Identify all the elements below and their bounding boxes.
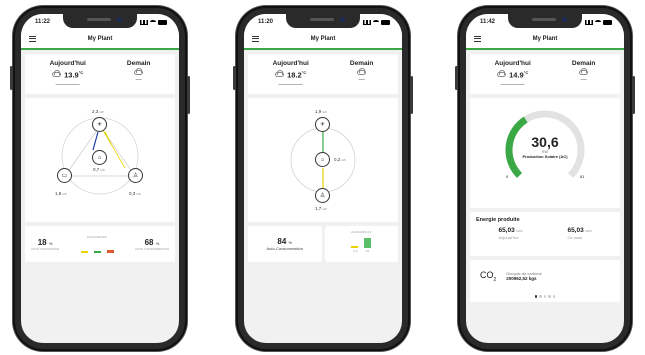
- phone-1: 11:22 My Plant Aujourd'hui 13.9°C ▬▬▬▬▬▬…: [10, 6, 190, 351]
- cloud-icon: [134, 68, 144, 75]
- weather-card: Aujourd'hui 13.9°C ▬▬▬▬▬▬▬▬ Demain ▬▬: [25, 54, 175, 94]
- solar-value: 1,9 kW: [315, 109, 327, 114]
- home-icon[interactable]: ⌂: [92, 150, 107, 165]
- self-consumption: 68 % AUTO CONSOMMATION: [134, 237, 169, 251]
- co2-card: CO2 Dioxyde de carbone 200962,52 kgs: [470, 260, 620, 302]
- tomorrow-label: Demain: [126, 60, 151, 67]
- app-bar: My Plant: [244, 30, 402, 50]
- page-title: My Plant: [87, 36, 113, 42]
- grid-tower-icon[interactable]: ♙: [315, 188, 330, 203]
- home-value: 0,7 kW: [93, 167, 105, 172]
- grid-value: 1,7 kW: [315, 206, 327, 211]
- energy-today: 65,03 kWh Aujourd'hui: [498, 227, 523, 240]
- wifi-icon: [373, 20, 379, 24]
- co2-symbol: CO2: [480, 269, 497, 283]
- gauge-value: 30,6: [531, 134, 559, 150]
- battery-status-icon: [381, 19, 390, 25]
- gauge-label: Production Solaire (AC): [522, 154, 568, 159]
- battery-status-icon: [158, 19, 167, 25]
- tomorrow-label: Demain: [349, 60, 374, 67]
- signal-icon: [585, 19, 593, 25]
- sun-icon[interactable]: ☀: [315, 117, 330, 132]
- today-label: Aujourd'hui: [272, 60, 309, 67]
- stats-card: 18 % AUTO SUFFISANCE AUJOURD'HUI 68 % AU…: [25, 226, 175, 262]
- cloud-icon: [275, 70, 285, 78]
- cloud-icon: [357, 68, 367, 75]
- cloud-icon: [497, 70, 507, 78]
- gauge-min: 0: [506, 174, 509, 179]
- today-mini-chart: AUJOURD'HUI 0,6 19: [324, 226, 398, 262]
- weather-today: Aujourd'hui 14.9°C ▬▬▬▬▬▬▬▬: [494, 60, 531, 86]
- today-label: Aujourd'hui: [494, 60, 531, 67]
- weather-today: Aujourd'hui 13.9°C ▬▬▬▬▬▬▬▬: [49, 60, 86, 86]
- home-value: 0,2 kW: [334, 157, 346, 162]
- screen-2: 11:20 My Plant Aujourd'hui 18.2°C ▬▬▬▬▬▬…: [244, 14, 402, 343]
- app-bar: My Plant: [21, 30, 179, 50]
- carousel-dots[interactable]: [470, 295, 620, 298]
- solar-production-gauge: 30,6 KW Production Solaire (AC) 0 81: [470, 98, 620, 208]
- weather-tomorrow: Demain ▬▬: [126, 60, 151, 81]
- signal-icon: [363, 19, 371, 25]
- tomorrow-label: Demain: [571, 60, 596, 67]
- app-bar: My Plant: [466, 30, 624, 50]
- wifi-icon: [595, 20, 601, 24]
- today-temp: 13.9°C: [64, 70, 84, 80]
- wifi-icon: [150, 20, 156, 24]
- screen-3: 11:42 My Plant Aujourd'hui 14.9°C ▬▬▬▬▬▬…: [466, 14, 624, 343]
- battery-value: 1,9 kW: [55, 191, 67, 196]
- cloud-icon: [52, 70, 62, 78]
- today-temp: 18.2°C: [287, 70, 307, 80]
- notch: [63, 14, 137, 28]
- today-label: Aujourd'hui: [49, 60, 86, 67]
- self-sufficiency: 18 % AUTO SUFFISANCE: [31, 237, 60, 251]
- gauge-max: 81: [580, 174, 585, 179]
- weather-card: Aujourd'hui 14.9°C ▬▬▬▬▬▬▬▬ Demain ▬▬: [470, 54, 620, 94]
- battery-icon[interactable]: ▭: [57, 168, 72, 183]
- energy-produced-card: Energie produite 65,03 kWh Aujourd'hui 6…: [470, 212, 620, 256]
- grid-value: 0,3 kW: [129, 191, 141, 196]
- page-title: My Plant: [310, 36, 336, 42]
- home-icon[interactable]: ⌂: [315, 152, 330, 167]
- clock: 11:22: [35, 19, 51, 25]
- signal-icon: [140, 19, 148, 25]
- solar-value: 2,3 kW: [92, 109, 104, 114]
- energy-title: Energie produite: [476, 217, 520, 223]
- weather-today: Aujourd'hui 18.2°C ▬▬▬▬▬▬▬▬: [272, 60, 309, 86]
- energy-flow-card: ☀ 1,9 kW ⌂ 0,2 kW ♙ 1,7 kW: [248, 98, 398, 222]
- grid-tower-icon[interactable]: ♙: [128, 168, 143, 183]
- cloud-icon: [579, 68, 589, 75]
- clock: 11:20: [258, 19, 274, 25]
- phone-3: 11:42 My Plant Aujourd'hui 14.9°C ▬▬▬▬▬▬…: [455, 6, 635, 351]
- page-title: My Plant: [532, 36, 558, 42]
- self-consumption: 84 % Auto-Consommation: [248, 226, 322, 262]
- today-temp: 14.9°C: [509, 70, 529, 80]
- today-mini-chart: AUJOURD'HUI: [80, 235, 114, 253]
- weather-tomorrow: Demain ▬▬: [349, 60, 374, 81]
- clock: 11:42: [480, 19, 496, 25]
- weather-tomorrow: Demain ▬▬: [571, 60, 596, 81]
- sun-icon[interactable]: ☀: [92, 117, 107, 132]
- energy-flow-card: ☀ 2,3 kW ⌂ 0,7 kW ▭ 1,9 kW ♙ 0,3 kW: [25, 98, 175, 222]
- battery-status-icon: [603, 19, 612, 25]
- screen-1: 11:22 My Plant Aujourd'hui 13.9°C ▬▬▬▬▬▬…: [21, 14, 179, 343]
- energy-month: 65,03 kWh Ce mois: [567, 227, 592, 240]
- co2-value: 200962,52 kgs: [506, 276, 537, 281]
- weather-card: Aujourd'hui 18.2°C ▬▬▬▬▬▬▬▬ Demain ▬▬: [248, 54, 398, 94]
- phone-2: 11:20 My Plant Aujourd'hui 18.2°C ▬▬▬▬▬▬…: [233, 6, 413, 351]
